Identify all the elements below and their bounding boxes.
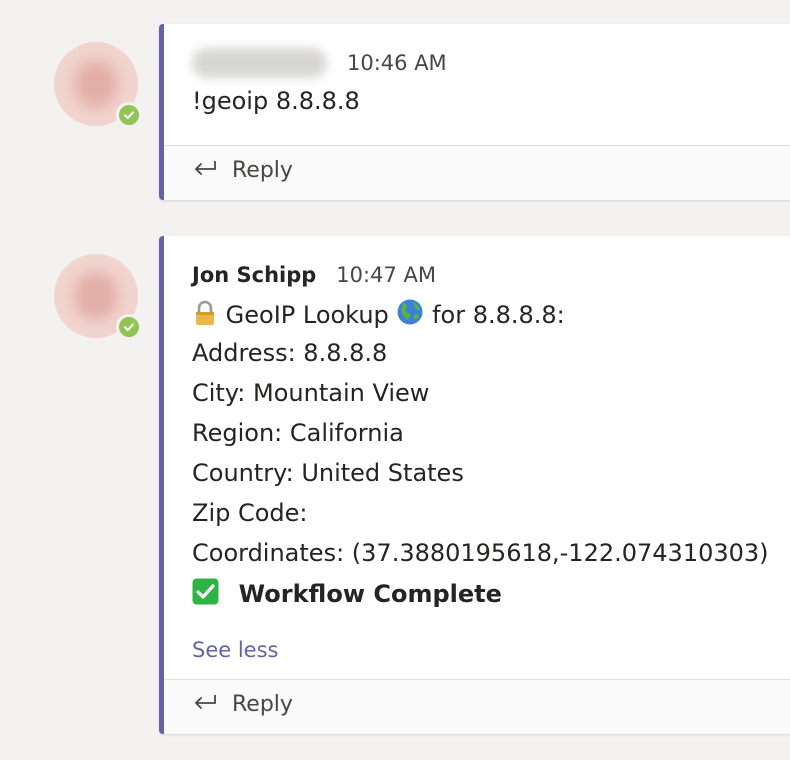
reply-bar: Reply	[164, 679, 790, 734]
zip-line: Zip Code:	[192, 499, 308, 527]
reply-button[interactable]: Reply	[192, 692, 293, 717]
see-less-link[interactable]: See less	[192, 638, 278, 662]
workflow-status: Workflow Complete	[238, 580, 502, 608]
message-text: !geoip 8.8.8.8	[192, 87, 360, 115]
lock-icon	[192, 300, 218, 333]
globe-icon	[396, 298, 424, 333]
message-header: Jon Schipp 10:47 AM	[192, 261, 436, 289]
avatar[interactable]	[54, 254, 142, 340]
reply-label: Reply	[232, 692, 293, 717]
message-card[interactable]: 10:46 AM !geoip 8.8.8.8 Reply	[159, 24, 790, 200]
avatar[interactable]	[54, 42, 142, 128]
lookup-title-line: GeoIP Lookup for 8.8.8.8:	[192, 298, 565, 333]
country-line: Country: United States	[192, 459, 464, 487]
message-timestamp: 10:46 AM	[347, 51, 447, 75]
message-header: 10:46 AM	[192, 48, 447, 78]
presence-available-icon	[116, 314, 142, 340]
avatar-image-blurred	[74, 60, 118, 108]
reply-arrow-icon	[192, 692, 218, 717]
message-card[interactable]: Jon Schipp 10:47 AM GeoIP Lookup for 8.8…	[159, 236, 790, 734]
city-line: City: Mountain View	[192, 379, 430, 407]
check-mark-icon	[192, 578, 219, 612]
chat-thread: 10:46 AM !geoip 8.8.8.8 Reply Jon Schipp…	[0, 0, 790, 760]
avatar-image-blurred	[74, 272, 118, 320]
reply-button[interactable]: Reply	[192, 158, 293, 183]
reply-label: Reply	[232, 158, 293, 183]
address-line: Address: 8.8.8.8	[192, 339, 388, 367]
coordinates-line: Coordinates: (37.3880195618,-122.0743103…	[192, 539, 769, 567]
message-timestamp: 10:47 AM	[336, 263, 436, 287]
lookup-title: GeoIP Lookup	[225, 301, 389, 329]
sender-name[interactable]: Jon Schipp	[192, 263, 316, 287]
reply-arrow-icon	[192, 158, 218, 183]
lookup-suffix: for 8.8.8.8:	[432, 301, 565, 329]
reply-bar: Reply	[164, 145, 790, 200]
region-line: Region: California	[192, 419, 404, 447]
presence-available-icon	[116, 102, 142, 128]
workflow-status-line: Workflow Complete	[192, 578, 502, 612]
sender-name-redacted	[192, 48, 327, 78]
